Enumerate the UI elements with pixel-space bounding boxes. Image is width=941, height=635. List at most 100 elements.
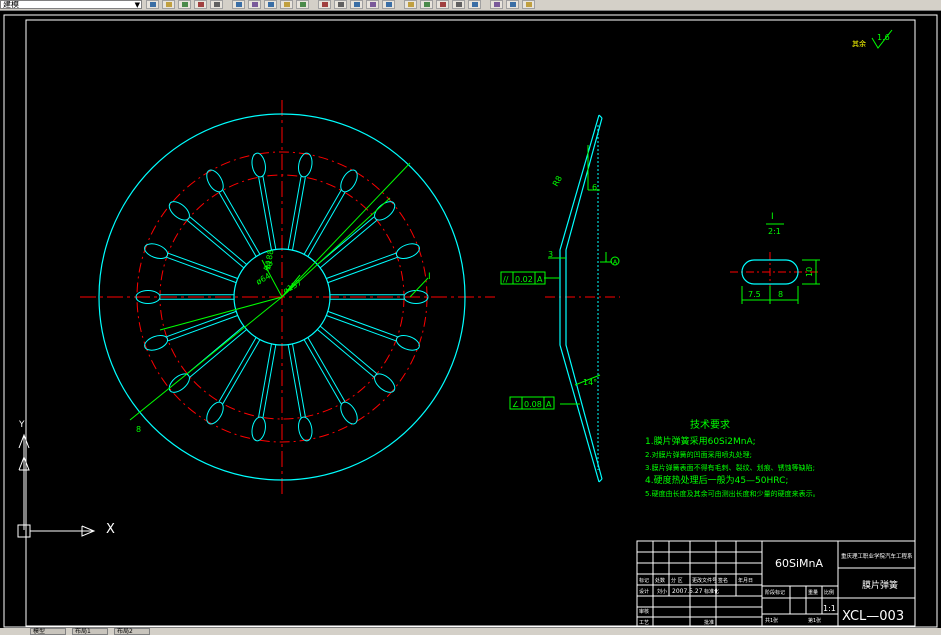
paste-icon xyxy=(300,2,306,7)
finger-slot-edge xyxy=(317,329,375,378)
outer-frame xyxy=(3,14,938,628)
tab-model[interactable]: 模型 xyxy=(30,628,66,635)
tb-jieduan: 阶段标记 xyxy=(765,589,785,596)
tech-heading: 技术要求 xyxy=(690,418,730,431)
preview-icon[interactable] xyxy=(248,0,261,9)
section-mark-i: I xyxy=(428,272,431,282)
zoom-window-icon[interactable] xyxy=(404,0,417,9)
detail-dim-7-5: 7.5 xyxy=(748,290,761,299)
tb-date: 2007.5.27 xyxy=(672,588,703,595)
tb-drawing-no: XCL—003 xyxy=(842,609,904,624)
help-icon xyxy=(526,2,532,7)
copy-icon xyxy=(284,2,290,7)
new-icon xyxy=(182,2,188,7)
undo-icon[interactable] xyxy=(334,0,347,9)
layer-icon[interactable] xyxy=(162,0,175,9)
zoom-prev-icon[interactable] xyxy=(420,0,433,9)
layer-combo[interactable]: 建模 ▼ xyxy=(0,0,142,9)
side-dim-6: 6 xyxy=(592,183,597,192)
calc-icon[interactable] xyxy=(506,0,519,9)
open-icon xyxy=(198,2,204,7)
finger-slot-edge xyxy=(222,189,261,255)
save-icon xyxy=(214,2,220,7)
tb-sheji: 设计 xyxy=(639,588,649,595)
properties-icon[interactable] xyxy=(436,0,449,9)
finger-slot-edge xyxy=(166,310,237,338)
finger-slot-edge xyxy=(222,339,261,405)
tech-item-2: 2.对膜片弹簧的凹面采用喷丸处理; xyxy=(645,450,752,459)
finger-slot-end xyxy=(395,243,420,260)
pan-icon[interactable] xyxy=(366,0,379,9)
preview-icon xyxy=(252,2,258,7)
design-center-icon[interactable] xyxy=(452,0,465,9)
tab-layout2-label: 布局2 xyxy=(117,628,133,635)
finger-slot-edge xyxy=(166,256,237,284)
ucs-icon: Y X xyxy=(14,420,134,546)
finger-slot-end xyxy=(168,201,190,221)
paste-icon[interactable] xyxy=(296,0,309,9)
ucs-x-label: X xyxy=(106,522,115,537)
angularity-symbol: ∠ xyxy=(512,400,519,409)
copy-icon[interactable] xyxy=(280,0,293,9)
tb-sheet-no: 第1张 xyxy=(808,617,821,624)
layer-states-icon[interactable] xyxy=(146,0,159,9)
finger-slot-end xyxy=(251,416,266,442)
tb-scale: 1:1 xyxy=(823,604,836,613)
finger-slot-edge xyxy=(326,315,397,342)
finger-slot-edge xyxy=(307,337,346,402)
tb-material: 60SiMnA xyxy=(775,557,823,570)
roughness-label: 其余 xyxy=(852,39,866,48)
zoom-icon[interactable] xyxy=(382,0,395,9)
side-dim-3: 3 xyxy=(548,250,553,259)
zoom-window-icon xyxy=(408,2,414,7)
angularity-frame: ∠ 0.08 A xyxy=(509,396,555,410)
match-icon xyxy=(322,2,328,7)
cut-icon[interactable] xyxy=(264,0,277,9)
tb-gengwai: 更改文件号 xyxy=(692,577,717,584)
tool-palette-icon[interactable] xyxy=(468,0,481,9)
chevron-down-icon[interactable]: ▼ xyxy=(135,1,140,8)
new-icon[interactable] xyxy=(178,0,191,9)
tb-institution: 重庆理工职业学院汽车工程系 xyxy=(841,552,913,560)
zoom-icon xyxy=(386,2,392,7)
help-icon[interactable] xyxy=(522,0,535,9)
tab-layout2[interactable]: 布局2 xyxy=(114,628,150,635)
flatness-frame: // 0.02 A xyxy=(500,271,546,285)
layer-combo-value: 建模 xyxy=(3,0,19,9)
tool-palette-icon xyxy=(472,2,478,7)
finger-slot-edge xyxy=(186,219,245,269)
tb-pizhun: 批准 xyxy=(704,619,714,626)
open-icon[interactable] xyxy=(194,0,207,9)
redo-icon xyxy=(354,2,360,7)
layout-tabs-bar: 模型 布局1 布局2 xyxy=(0,628,941,635)
layer-icon xyxy=(166,2,172,7)
tb-fenqu: 分 区 xyxy=(671,577,683,584)
pan-icon xyxy=(370,2,376,7)
dim-8: 8 xyxy=(136,425,141,434)
finger-slot-edge xyxy=(319,325,378,375)
finger-slot-edge xyxy=(303,189,342,255)
calc-icon xyxy=(510,2,516,7)
finger-slot-edge xyxy=(327,310,398,338)
cut-icon xyxy=(268,2,274,7)
tb-sheet-total: 共1张 xyxy=(765,617,778,624)
print-icon[interactable] xyxy=(232,0,245,9)
match-icon[interactable] xyxy=(318,0,331,9)
finger-slot-edge xyxy=(326,252,397,279)
tech-item-5: 5.硬度由长度及其余可由测出长度和少量的硬度来表示。 xyxy=(645,489,820,498)
redo-icon[interactable] xyxy=(350,0,363,9)
finger-slot-edge xyxy=(189,329,247,378)
markup-icon[interactable] xyxy=(490,0,503,9)
save-icon[interactable] xyxy=(210,0,223,9)
markup-icon xyxy=(494,2,500,7)
tech-item-4: 4.硬度热处理后一般为45—50HRC; xyxy=(645,474,788,486)
tab-layout1[interactable]: 布局1 xyxy=(72,628,108,635)
layer-states-icon xyxy=(150,2,156,7)
tb-chushu: 处数 xyxy=(655,577,665,584)
title-block-text: 标记 处数 分 区 更改文件号 签名 年月日 设计 刘小 2007.5.27 标… xyxy=(639,577,834,626)
drawing-canvas[interactable]: 其余 1.6 R8 ø64 ø157 ø188 8 I R8 6 3 // 0.… xyxy=(0,10,941,635)
ucs-y-label: Y xyxy=(19,420,25,430)
angularity-datum: A xyxy=(546,400,552,409)
finger-slot-edge xyxy=(167,315,238,342)
detail-dim-8: 8 xyxy=(778,290,783,299)
